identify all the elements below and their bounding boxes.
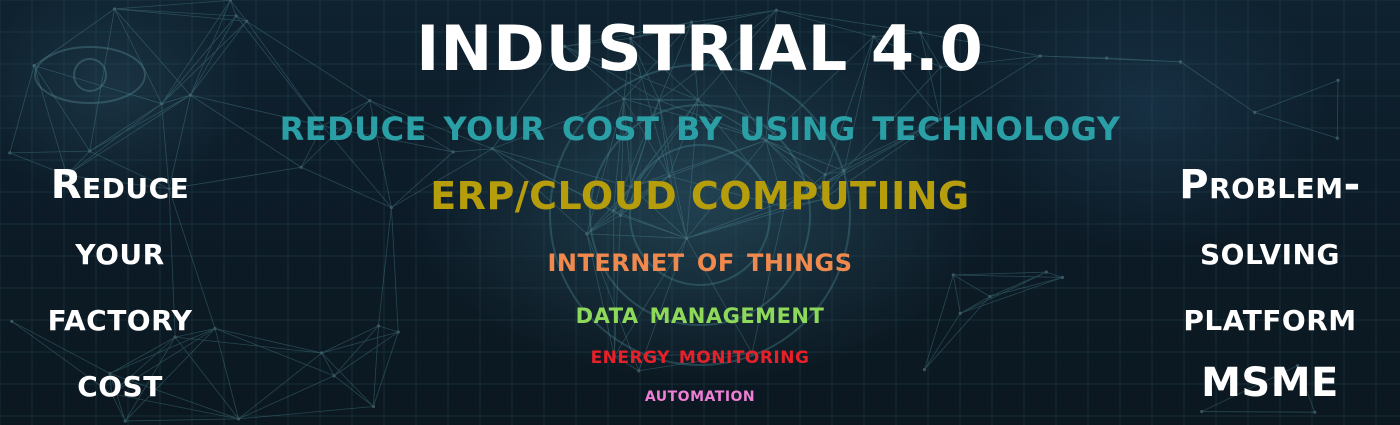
right-tagline-line: solving (1200, 228, 1340, 274)
right-tagline-line: MSME (1201, 360, 1339, 406)
industrial-banner: INDUSTRIAL 4.0 Reduce your cost by using… (0, 0, 1400, 425)
left-tagline-line: Reduce (50, 162, 190, 208)
left-tagline: Reduce your factory cost (0, 152, 250, 416)
right-tagline-line: platform (1183, 294, 1357, 340)
left-tagline-line: your (75, 228, 165, 274)
left-tagline-line: factory (47, 294, 193, 340)
right-tagline: Problem- solving platform MSME (1140, 152, 1400, 416)
left-tagline-line: cost (77, 360, 163, 406)
banner-subtitle: Reduce your cost by using Technology (279, 97, 1121, 151)
right-tagline-line: Problem- (1179, 162, 1361, 208)
banner-title: INDUSTRIAL 4.0 (416, 12, 984, 85)
